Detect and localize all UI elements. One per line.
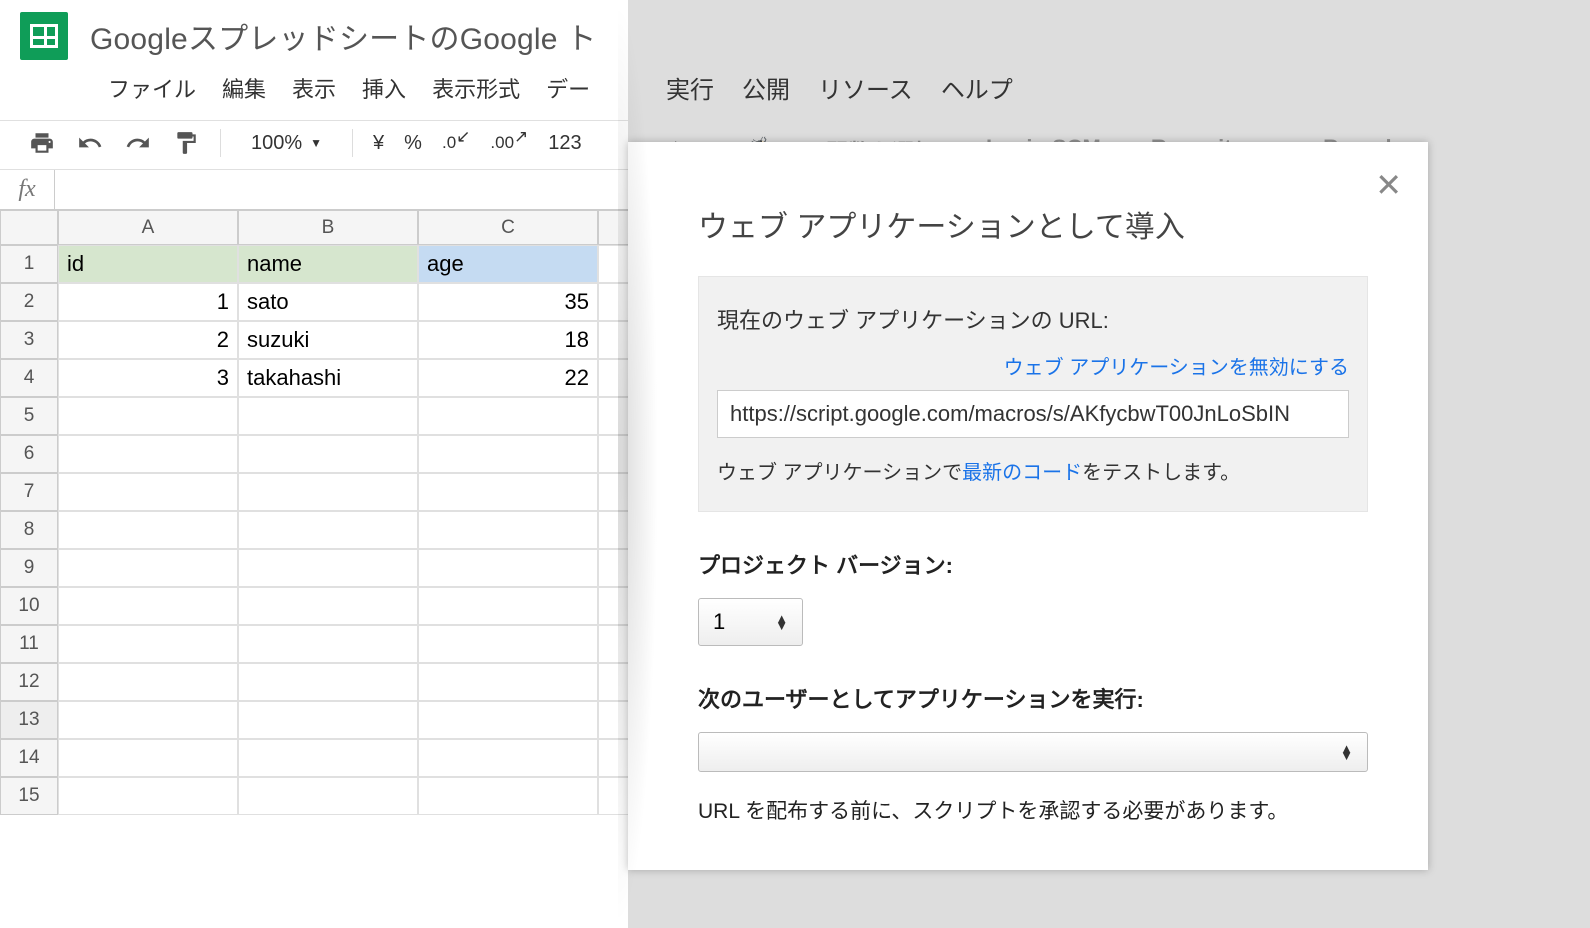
menu-run[interactable]: 実行 <box>666 70 714 105</box>
menu-format[interactable]: 表示形式 <box>432 72 520 104</box>
redo-icon[interactable] <box>124 129 152 157</box>
number-format-button[interactable]: 123 <box>548 132 581 155</box>
cell-c4[interactable]: 22 <box>418 359 598 397</box>
menu-publish[interactable]: 公開 <box>742 70 790 105</box>
col-header-a[interactable]: A <box>58 210 238 245</box>
currency-format-button[interactable]: ¥ <box>373 132 384 155</box>
menu-insert[interactable]: 挿入 <box>362 72 406 104</box>
cell-b1[interactable]: name <box>238 245 418 283</box>
row-header[interactable]: 2 <box>0 283 58 321</box>
cell-c2[interactable]: 35 <box>418 283 598 321</box>
select-all-corner[interactable] <box>0 210 58 245</box>
document-title[interactable]: GoogleスプレッドシートのGoogle ト <box>90 14 596 58</box>
percent-format-button[interactable]: % <box>404 132 422 155</box>
sheets-toolbar: 100% ▼ ¥ % .0↙ .00↗ 123 <box>0 120 640 170</box>
dialog-title: ウェブ アプリケーションとして導入 <box>628 142 1428 276</box>
stepper-icon: ▲▼ <box>775 615 788 629</box>
cell-a3[interactable]: 2 <box>58 321 238 359</box>
menu-edit[interactable]: 編集 <box>222 72 266 104</box>
undo-icon[interactable] <box>76 129 104 157</box>
cell-a1[interactable]: id <box>58 245 238 283</box>
row-header[interactable]: 11 <box>0 625 58 663</box>
test-code-text: ウェブ アプリケーションで最新のコードをテストします。 <box>717 456 1349 485</box>
menu-data[interactable]: デー <box>546 72 590 104</box>
cell-b2[interactable]: sato <box>238 283 418 321</box>
paint-format-icon[interactable] <box>172 129 200 157</box>
version-select[interactable]: 1 ▲▼ <box>698 598 803 646</box>
row-header[interactable]: 3 <box>0 321 58 359</box>
row-header[interactable]: 9 <box>0 549 58 587</box>
sheets-icon <box>20 12 68 60</box>
url-label: 現在のウェブ アプリケーションの URL: <box>717 303 1349 335</box>
cell-b3[interactable]: suzuki <box>238 321 418 359</box>
row-header[interactable]: 1 <box>0 245 58 283</box>
cell-a4[interactable]: 3 <box>58 359 238 397</box>
sheets-menubar: ファイル 編集 表示 挿入 表示形式 デー <box>0 60 640 120</box>
menu-help[interactable]: ヘルプ <box>941 70 1013 105</box>
row-header[interactable]: 15 <box>0 777 58 815</box>
cell-c1[interactable]: age <box>418 245 598 283</box>
menu-view[interactable]: 表示 <box>292 72 336 104</box>
authorization-note: URL を配布する前に、スクリプトを承認する必要があります。 <box>628 772 1428 830</box>
runas-select[interactable]: ▲▼ <box>698 732 1368 772</box>
deploy-webapp-dialog: ✕ ウェブ アプリケーションとして導入 現在のウェブ アプリケーションの URL… <box>628 142 1428 870</box>
row-header[interactable]: 5 <box>0 397 58 435</box>
cell-c3[interactable]: 18 <box>418 321 598 359</box>
script-menubar: 実行 公開 リソース ヘルプ <box>628 0 1590 105</box>
google-sheets-window: GoogleスプレッドシートのGoogle ト ファイル 編集 表示 挿入 表示… <box>0 0 640 928</box>
print-icon[interactable] <box>28 129 56 157</box>
row-header[interactable]: 10 <box>0 587 58 625</box>
row-header[interactable]: 14 <box>0 739 58 777</box>
menu-resources[interactable]: リソース <box>818 70 913 105</box>
close-icon[interactable]: ✕ <box>1375 166 1402 204</box>
disable-webapp-link[interactable]: ウェブ アプリケーションを無効にする <box>717 351 1349 380</box>
webapp-url-input[interactable]: https://script.google.com/macros/s/AKfyc… <box>717 390 1349 438</box>
url-section: 現在のウェブ アプリケーションの URL: ウェブ アプリケーションを無効にする… <box>698 276 1368 512</box>
row-header[interactable]: 8 <box>0 511 58 549</box>
fx-label: fx <box>0 170 55 209</box>
decrease-decimal-button[interactable]: .0↙ <box>442 133 470 153</box>
menu-file[interactable]: ファイル <box>108 72 196 104</box>
col-header-c[interactable]: C <box>418 210 598 245</box>
cell-b4[interactable]: takahashi <box>238 359 418 397</box>
row-header[interactable]: 13 <box>0 701 58 739</box>
formula-bar[interactable] <box>55 170 640 209</box>
runas-label: 次のユーザーとしてアプリケーションを実行: <box>628 646 1428 732</box>
row-header[interactable]: 12 <box>0 663 58 701</box>
cell-a2[interactable]: 1 <box>58 283 238 321</box>
spreadsheet-grid[interactable]: A B C 1 id name age 2 1 sato 35 3 2 suzu… <box>0 210 640 815</box>
row-header[interactable]: 6 <box>0 435 58 473</box>
version-label: プロジェクト バージョン: <box>628 512 1428 598</box>
col-header-b[interactable]: B <box>238 210 418 245</box>
row-header[interactable]: 7 <box>0 473 58 511</box>
increase-decimal-button[interactable]: .00↗ <box>490 133 528 153</box>
stepper-icon: ▲▼ <box>1340 745 1353 759</box>
zoom-select[interactable]: 100% ▼ <box>241 132 332 155</box>
latest-code-link[interactable]: 最新のコード <box>962 462 1082 484</box>
row-header[interactable]: 4 <box>0 359 58 397</box>
